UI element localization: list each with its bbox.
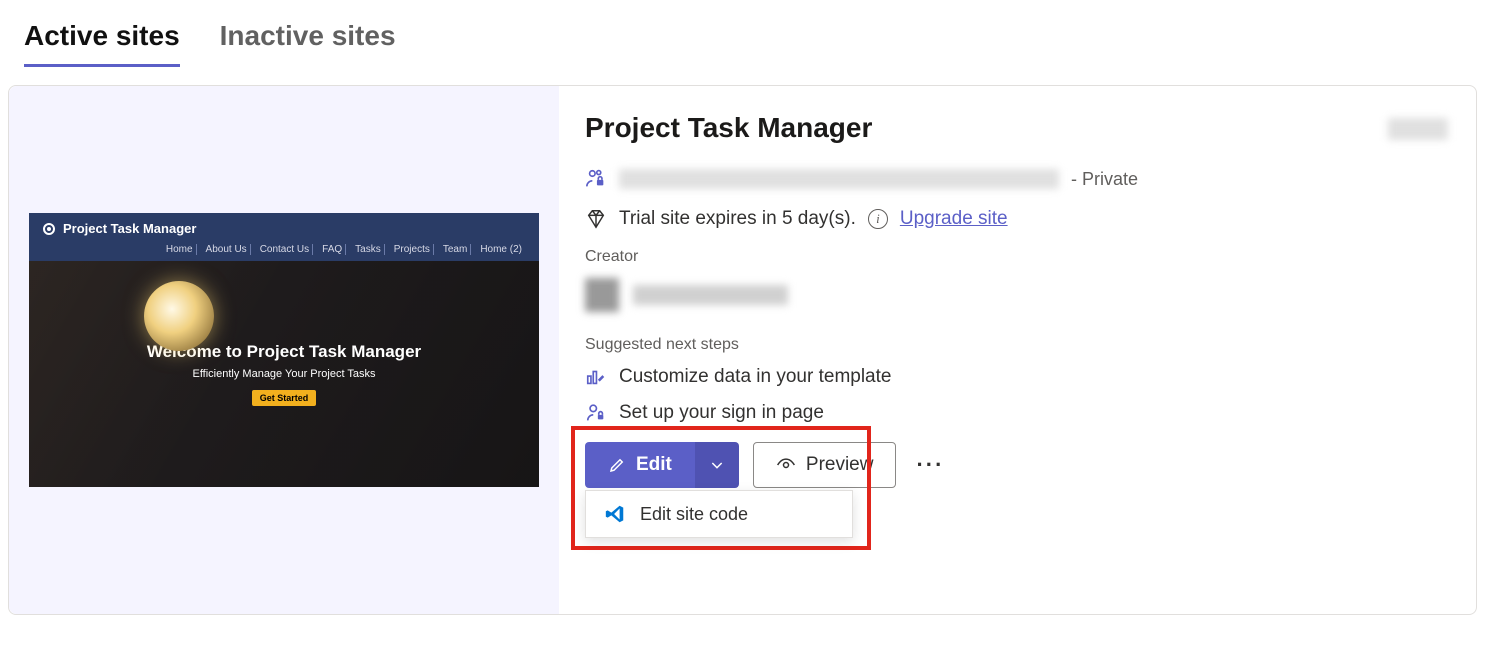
thumbnail-brand: Project Task Manager: [63, 221, 196, 236]
edit-dropdown-toggle[interactable]: [695, 442, 739, 488]
nav-item: Home (2): [477, 244, 525, 255]
edit-split-button: Edit: [585, 442, 739, 488]
bullet-icon: [43, 223, 55, 235]
nav-item: Team: [440, 244, 471, 255]
creator-name-redacted: [633, 285, 788, 305]
site-thumbnail-panel: Project Task Manager Home About Us Conta…: [9, 86, 559, 614]
creator-avatar: [585, 278, 619, 312]
nav-item: FAQ: [319, 244, 346, 255]
pencil-icon: [608, 456, 626, 474]
upgrade-site-link[interactable]: Upgrade site: [900, 208, 1008, 230]
trial-row: Trial site expires in 5 day(s). i Upgrad…: [585, 208, 1450, 230]
edit-site-code-label: Edit site code: [640, 504, 748, 525]
nav-item: About Us: [203, 244, 251, 255]
vscode-icon: [604, 503, 626, 525]
nav-item: Contact Us: [257, 244, 313, 255]
person-lock-icon: [585, 402, 607, 424]
hero-light: [144, 281, 214, 351]
thumbnail-hero: Welcome to Project Task Manager Efficien…: [29, 261, 539, 487]
nav-item: Home: [163, 244, 197, 255]
suggested-signin[interactable]: Set up your sign in page: [585, 402, 1450, 424]
edit-site-code-item[interactable]: Edit site code: [586, 491, 852, 537]
suggested-signin-label: Set up your sign in page: [619, 402, 824, 424]
more-actions-button[interactable]: ···: [910, 452, 950, 478]
tab-inactive-sites[interactable]: Inactive sites: [220, 20, 396, 67]
creator-row: [585, 278, 1450, 312]
site-title: Project Task Manager: [585, 112, 1450, 144]
redacted-url: [619, 169, 1059, 189]
site-tabs: Active sites Inactive sites: [0, 0, 1485, 67]
info-icon[interactable]: i: [868, 209, 888, 229]
redacted-badge: [1388, 118, 1448, 140]
thumbnail-header: Project Task Manager Home About Us Conta…: [29, 213, 539, 261]
tab-active-sites[interactable]: Active sites: [24, 20, 180, 67]
diamond-icon: [585, 208, 607, 230]
edit-button[interactable]: Edit: [585, 442, 695, 488]
action-bar: Edit Preview: [585, 442, 1450, 488]
hero-subtitle: Efficiently Manage Your Project Tasks: [192, 368, 375, 380]
visibility-label: - Private: [1071, 169, 1138, 190]
preview-button[interactable]: Preview: [753, 442, 897, 488]
edit-button-label: Edit: [636, 454, 672, 476]
people-lock-icon: [585, 168, 607, 190]
suggested-customize[interactable]: Customize data in your template: [585, 366, 1450, 388]
suggested-customize-label: Customize data in your template: [619, 366, 891, 388]
nav-item: Tasks: [352, 244, 385, 255]
bar-chart-pencil-icon: [585, 366, 607, 388]
chevron-down-icon: [709, 457, 725, 473]
trial-text: Trial site expires in 5 day(s).: [619, 208, 856, 230]
preview-button-label: Preview: [806, 454, 874, 476]
site-thumbnail[interactable]: Project Task Manager Home About Us Conta…: [29, 213, 539, 487]
nav-item: Projects: [391, 244, 434, 255]
suggested-label: Suggested next steps: [585, 336, 1450, 354]
eye-icon: [776, 455, 796, 475]
site-details-panel: Project Task Manager - Private: [559, 86, 1476, 614]
edit-dropdown-menu: Edit site code: [585, 490, 853, 538]
visibility-row: - Private: [585, 168, 1450, 190]
creator-label: Creator: [585, 248, 1450, 266]
thumbnail-nav: Home About Us Contact Us FAQ Tasks Proje…: [43, 240, 525, 259]
site-card: Project Task Manager Home About Us Conta…: [8, 85, 1477, 615]
hero-get-started-button: Get Started: [252, 390, 317, 406]
